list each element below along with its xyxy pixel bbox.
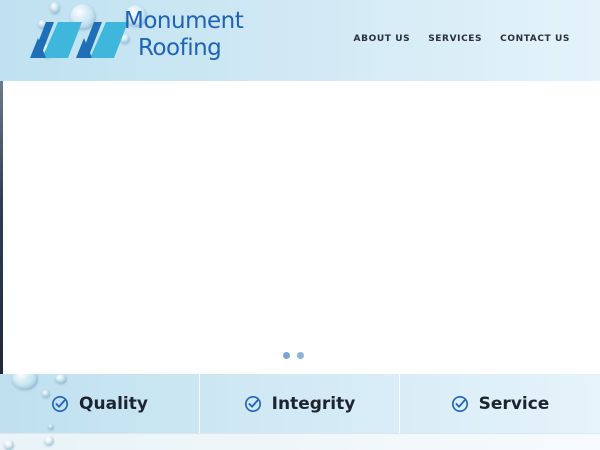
slide-image-edge [0, 81, 3, 374]
feature-quality: Quality [0, 374, 200, 433]
brand-name-line2: Roofing [138, 35, 222, 61]
water-drop-decoration [44, 436, 54, 446]
hero-slider [0, 81, 600, 374]
content-section-start [0, 433, 600, 450]
site-header: Monument Roofing ABOUT US SERVICES CONTA… [0, 0, 600, 81]
feature-service: Service [400, 374, 600, 433]
roof-peaks-icon [30, 22, 128, 58]
nav-contact-us[interactable]: CONTACT US [500, 34, 570, 44]
feature-label: Quality [79, 393, 148, 414]
slider-dot-1[interactable] [283, 352, 290, 359]
nav-about-us[interactable]: ABOUT US [354, 34, 411, 44]
nav-services[interactable]: SERVICES [428, 34, 482, 44]
feature-label: Service [478, 393, 550, 414]
check-circle-icon [451, 395, 468, 412]
main-navigation: ABOUT US SERVICES CONTACT US [354, 34, 570, 44]
feature-integrity: Integrity [200, 374, 400, 433]
slider-dots [283, 352, 304, 359]
feature-label: Integrity [271, 393, 356, 414]
brand-name-line1: Monument [124, 8, 244, 34]
brand-name: Monument Roofing [124, 8, 244, 62]
slider-dot-2[interactable] [297, 352, 304, 359]
brand-logo[interactable]: Monument Roofing [28, 8, 268, 70]
check-circle-icon [52, 395, 69, 412]
check-circle-icon [244, 395, 261, 412]
features-bar: Quality Integrity Service [0, 374, 600, 433]
water-drop-decoration [4, 440, 14, 450]
